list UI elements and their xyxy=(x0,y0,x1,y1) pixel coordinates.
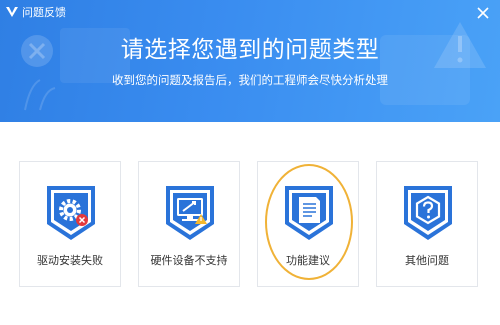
card-label: 其他问题 xyxy=(405,254,449,267)
card-label: 驱动安装失败 xyxy=(37,254,103,267)
card-feature-suggestion[interactable]: 功能建议 xyxy=(257,161,359,287)
header-banner: 问题反馈 请选择您遇到的问题类型 收到您的问题及报告后，我们的工程师会尽快分析处… xyxy=(0,0,500,122)
page-subtitle: 收到您的问题及报告后，我们的工程师会尽快分析处理 xyxy=(112,73,388,87)
page-title: 请选择您遇到的问题类型 xyxy=(120,37,380,63)
app-logo-icon xyxy=(6,7,18,17)
title-bar: 问题反馈 xyxy=(0,0,500,26)
card-hardware-unsupported[interactable]: 硬件设备不支持 xyxy=(138,161,240,287)
monitor-warning-icon xyxy=(166,186,214,240)
close-icon[interactable] xyxy=(474,4,492,22)
question-icon xyxy=(404,186,452,240)
gear-error-icon xyxy=(47,186,95,240)
window-title: 问题反馈 xyxy=(22,6,66,19)
card-other-issues[interactable]: 其他问题 xyxy=(376,161,478,287)
card-label: 功能建议 xyxy=(286,254,330,267)
card-driver-install-failed[interactable]: 驱动安装失败 xyxy=(19,161,121,287)
document-icon xyxy=(285,186,333,240)
card-label: 硬件设备不支持 xyxy=(150,254,228,267)
